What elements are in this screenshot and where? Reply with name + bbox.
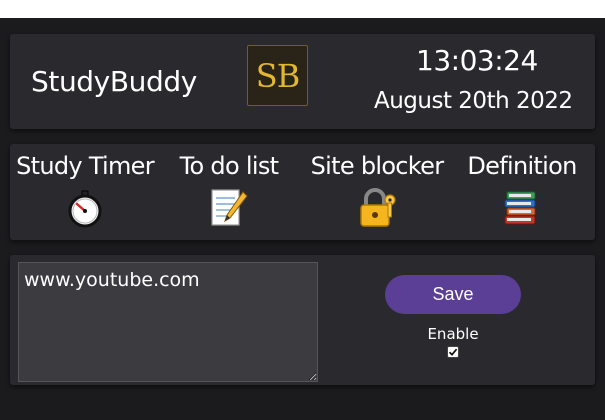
nav-item-study-timer[interactable]: Study Timer [16, 152, 155, 228]
nav-item-label: Study Timer [16, 152, 155, 180]
header-panel: StudyBuddy SB 13:03:24 August 20th 2022 [10, 34, 595, 129]
nav-item-label: To do list [179, 152, 279, 180]
nav-item-definition[interactable]: Definition [466, 152, 578, 228]
books-icon [504, 191, 536, 225]
enable-checkbox[interactable] [447, 346, 459, 358]
lock-with-key-icon [360, 188, 396, 227]
save-button[interactable]: Save [385, 275, 521, 314]
stopwatch-icon [68, 190, 102, 228]
enable-label: Enable [427, 325, 479, 343]
logo-text: SB [255, 56, 300, 95]
memo-icon [211, 189, 248, 226]
nav-bar: Study Timer To do list Site blocker Defi… [10, 144, 595, 240]
nav-item-label: Definition [467, 152, 577, 180]
checkmark-icon [448, 348, 458, 356]
clock-time: 13:03:24 [416, 44, 538, 77]
app-window: StudyBuddy SB 13:03:24 August 20th 2022 … [0, 18, 605, 420]
nav-item-site-blocker[interactable]: Site blocker [307, 152, 447, 228]
nav-item-label: Site blocker [310, 152, 444, 180]
logo: SB [247, 45, 308, 106]
nav-item-to-do-list[interactable]: To do list [176, 152, 282, 228]
blocked-sites-textarea[interactable] [18, 262, 318, 382]
current-date: August 20th 2022 [374, 88, 573, 114]
site-blocker-panel: Save Enable [10, 255, 595, 385]
app-name: StudyBuddy [31, 65, 197, 98]
